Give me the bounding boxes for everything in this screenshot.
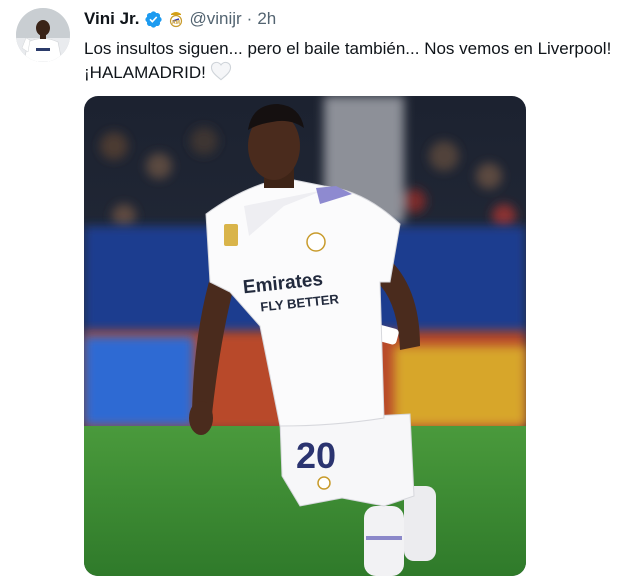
separator-dot: ·: [246, 9, 253, 28]
tweet-text-line-1: Los insultos siguen... pero el baile tam…: [84, 39, 612, 58]
author-handle[interactable]: @vinijr: [189, 9, 241, 29]
football-player-photo: 20 Emirates FLY BETTER: [84, 96, 526, 576]
tweet-photo[interactable]: 20 Emirates FLY BETTER: [84, 96, 526, 576]
white-heart-icon: [210, 61, 231, 81]
tweet-timestamp[interactable]: 2h: [257, 9, 276, 29]
tweet-text-line-2-wrap: ¡HALAMADRID!: [84, 61, 634, 85]
shorts-number: 20: [296, 435, 336, 476]
author-name[interactable]: Vini Jr.: [84, 9, 139, 29]
tweet-header: Vini Jr. RM @vinijr · 2h: [84, 9, 276, 29]
svg-text:RM: RM: [173, 20, 181, 26]
avatar[interactable]: [16, 8, 70, 62]
tweet-text-line-2: ¡HALAMADRID!: [84, 63, 206, 82]
verified-badge-icon: [145, 10, 163, 28]
real-madrid-crest-icon: RM: [170, 12, 183, 28]
tweet-text: Los insultos siguen... pero el baile tam…: [84, 37, 634, 85]
player-avatar-icon: [16, 8, 70, 62]
